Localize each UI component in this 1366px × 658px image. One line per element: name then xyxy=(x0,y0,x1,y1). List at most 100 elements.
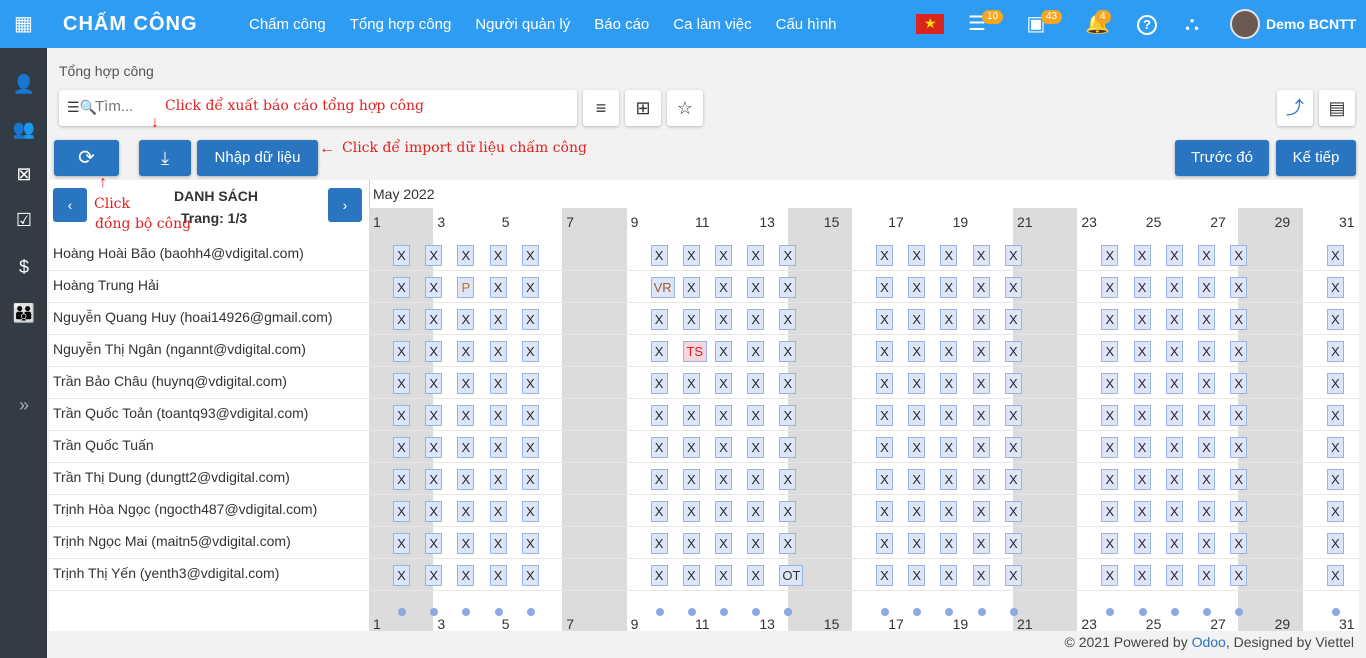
attendance-cell[interactable]: X xyxy=(682,565,700,586)
attendance-cell[interactable]: X xyxy=(393,533,410,554)
attendance-cell[interactable]: X xyxy=(1165,309,1183,330)
attendance-cell[interactable]: X xyxy=(1101,309,1119,330)
attendance-cell[interactable]: X xyxy=(876,373,893,394)
attendance-cell[interactable]: X xyxy=(908,501,926,522)
attendance-cell[interactable]: X xyxy=(393,341,410,362)
favorites-star-icon[interactable]: ☆ xyxy=(667,90,703,126)
attendance-cell[interactable]: X xyxy=(1198,341,1215,362)
attendance-cell[interactable]: X xyxy=(1198,373,1215,394)
attendance-cell[interactable]: X xyxy=(779,373,797,394)
attendance-cell[interactable]: X xyxy=(682,373,700,394)
attendance-cell[interactable]: X xyxy=(425,565,443,586)
attendance-cell[interactable]: X xyxy=(908,309,926,330)
list-view-icon[interactable]: ▤ xyxy=(1319,90,1355,126)
attendance-cell[interactable]: X xyxy=(1004,565,1022,586)
attendance-cell[interactable]: X xyxy=(1101,533,1119,554)
attendance-cell[interactable]: X xyxy=(425,469,443,490)
attendance-cell[interactable]: X xyxy=(876,341,893,362)
attendance-cell[interactable]: X xyxy=(1230,277,1248,298)
attendance-cell[interactable]: X xyxy=(876,533,893,554)
employee-row[interactable]: Nguyễn Thị Ngân (ngannt@vdigital.com) X X X… xyxy=(49,335,1359,367)
attendance-cell[interactable]: X xyxy=(779,245,797,266)
attendance-cell[interactable]: X xyxy=(715,341,732,362)
attendance-cell[interactable]: X xyxy=(1004,405,1022,426)
employee-name[interactable]: Hoàng Hoài Bão (baohh4@vdigital.com) xyxy=(53,245,304,261)
prev-button[interactable]: Trước đó xyxy=(1175,140,1269,176)
attendance-cell[interactable]: X xyxy=(715,501,732,522)
help-icon[interactable]: ? xyxy=(1137,15,1157,35)
menu-bao-cao[interactable]: Báo cáo xyxy=(594,16,649,33)
attendance-cell[interactable]: X xyxy=(457,373,475,394)
attendance-cell[interactable]: X xyxy=(876,501,893,522)
attendance-cell[interactable]: X xyxy=(1165,437,1183,458)
attendance-cell[interactable]: X xyxy=(1198,437,1215,458)
attendance-cell[interactable]: X xyxy=(940,533,958,554)
employee-row[interactable]: Trịnh Thị Yến (yenth3@vdigital.com) X X X X X… xyxy=(49,559,1359,591)
attendance-cell[interactable]: X xyxy=(1230,533,1248,554)
attendance-cell[interactable]: TS xyxy=(682,341,707,362)
attendance-cell[interactable]: X xyxy=(972,309,990,330)
calendar-icon[interactable]: ▣ 43 xyxy=(1025,10,1063,35)
employee-name[interactable]: Trần Bảo Châu (huynq@vdigital.com) xyxy=(53,373,287,389)
attendance-cell[interactable]: X xyxy=(1326,309,1344,330)
expand-sidebar-icon[interactable]: » xyxy=(12,393,36,417)
attendance-cell[interactable]: X xyxy=(1004,501,1022,522)
attendance-cell[interactable]: X xyxy=(457,309,475,330)
attendance-cell[interactable]: X xyxy=(1133,373,1151,394)
attendance-cell[interactable]: X xyxy=(682,277,700,298)
attendance-cell[interactable]: X xyxy=(393,373,410,394)
attendance-cell[interactable]: X xyxy=(521,565,539,586)
attendance-cell[interactable]: X xyxy=(940,437,958,458)
attendance-cell[interactable]: X xyxy=(715,277,732,298)
attendance-cell[interactable]: P xyxy=(457,277,475,298)
attendance-cell[interactable]: X xyxy=(1326,277,1344,298)
language-flag-icon[interactable] xyxy=(916,14,944,34)
attendance-cell[interactable]: X xyxy=(1326,245,1344,266)
attendance-cell[interactable]: X xyxy=(393,469,410,490)
attendance-cell[interactable]: X xyxy=(521,245,539,266)
attendance-cell[interactable]: X xyxy=(650,405,668,426)
attendance-cell[interactable]: X xyxy=(1004,373,1022,394)
attendance-cell[interactable]: X xyxy=(972,565,990,586)
attendance-cell[interactable]: X xyxy=(1230,405,1248,426)
attendance-cell[interactable]: X xyxy=(940,469,958,490)
attendance-cell[interactable]: X xyxy=(1165,341,1183,362)
attendance-cell[interactable]: X xyxy=(489,501,507,522)
attendance-cell[interactable]: X xyxy=(682,533,700,554)
attendance-cell[interactable]: X xyxy=(489,277,507,298)
attendance-cell[interactable]: X xyxy=(1165,405,1183,426)
attendance-cell[interactable]: X xyxy=(908,277,926,298)
attendance-cell[interactable]: X xyxy=(1133,309,1151,330)
attendance-cell[interactable]: X xyxy=(425,501,443,522)
attendance-cell[interactable]: X xyxy=(393,437,410,458)
attendance-cell[interactable]: X xyxy=(650,245,668,266)
attendance-cell[interactable]: X xyxy=(1101,437,1119,458)
attendance-cell[interactable]: X xyxy=(1133,245,1151,266)
attendance-cell[interactable]: X xyxy=(457,533,475,554)
attendance-cell[interactable]: X xyxy=(489,533,507,554)
employee-name[interactable]: Trần Quốc Tuấn xyxy=(53,437,154,453)
attendance-cell[interactable]: X xyxy=(779,469,797,490)
attendance-cell[interactable]: X xyxy=(521,309,539,330)
attendance-cell[interactable]: X xyxy=(747,277,765,298)
user-name[interactable]: Demo BCNTT xyxy=(1266,16,1356,32)
attendance-cell[interactable]: X xyxy=(393,245,410,266)
attendance-cell[interactable]: X xyxy=(1230,373,1248,394)
attendance-cell[interactable]: X xyxy=(425,373,443,394)
attendance-cell[interactable]: X xyxy=(682,245,700,266)
attendance-cell[interactable]: X xyxy=(1230,501,1248,522)
attendance-cell[interactable]: X xyxy=(521,533,539,554)
attendance-cell[interactable]: X xyxy=(1133,501,1151,522)
attendance-cell[interactable]: X xyxy=(425,405,443,426)
money-icon[interactable]: $ xyxy=(12,255,36,279)
attendance-cell[interactable]: X xyxy=(1165,501,1183,522)
attendance-cell[interactable]: X xyxy=(972,341,990,362)
attendance-cell[interactable]: X xyxy=(908,469,926,490)
attendance-cell[interactable]: X xyxy=(650,309,668,330)
menu-cham-cong[interactable]: Chấm công xyxy=(249,16,326,33)
employee-name[interactable]: Trịnh Ngọc Mai (maitn5@vdigital.com) xyxy=(53,533,291,549)
attendance-cell[interactable]: X xyxy=(521,373,539,394)
attendance-cell[interactable]: X xyxy=(1198,245,1215,266)
attendance-cell[interactable]: X xyxy=(972,373,990,394)
attendance-cell[interactable]: X xyxy=(908,437,926,458)
